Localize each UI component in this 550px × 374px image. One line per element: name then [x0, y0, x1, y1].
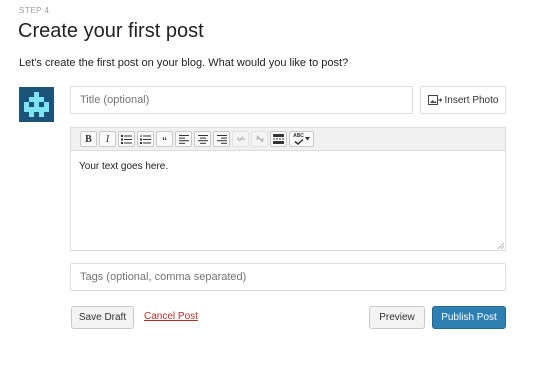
- unlink-icon: [255, 135, 264, 143]
- spellcheck-button[interactable]: ABC: [289, 131, 314, 147]
- editor-toolbar: B I “ ABC: [71, 128, 505, 151]
- step-label: STEP 4: [19, 6, 50, 15]
- italic-button[interactable]: I: [99, 131, 116, 147]
- align-right-button[interactable]: [213, 131, 230, 147]
- align-left-icon: [178, 134, 189, 144]
- blockquote-button[interactable]: “: [156, 131, 173, 149]
- editor-text: Your text goes here.: [79, 161, 169, 172]
- avatar: [19, 87, 54, 122]
- chevron-down-icon: [304, 137, 310, 141]
- save-draft-button[interactable]: Save Draft: [71, 306, 134, 329]
- insert-link-button[interactable]: [232, 131, 249, 147]
- preview-button[interactable]: Preview: [369, 306, 425, 329]
- align-left-button[interactable]: [175, 131, 192, 147]
- post-editor: B I “ ABC Your text goes here.: [70, 127, 506, 251]
- remove-link-button[interactable]: [251, 131, 268, 147]
- bullet-list-button[interactable]: [118, 131, 135, 147]
- checkmark-icon: [294, 138, 304, 145]
- intro-text: Let's create the first post on your blog…: [19, 57, 349, 69]
- bullet-list-icon: [121, 134, 132, 144]
- title-input[interactable]: [70, 86, 413, 114]
- align-center-button[interactable]: [194, 131, 211, 147]
- numbered-list-icon: [140, 134, 151, 144]
- insert-more-button[interactable]: [270, 131, 287, 147]
- resize-grip-icon[interactable]: [498, 243, 504, 249]
- more-tag-icon: [273, 134, 284, 144]
- editor-content[interactable]: Your text goes here.: [71, 151, 505, 251]
- invader-avatar-icon: [24, 92, 49, 117]
- tags-input[interactable]: [70, 263, 506, 291]
- align-center-icon: [197, 134, 208, 144]
- cancel-post-link[interactable]: Cancel Post: [144, 311, 198, 322]
- publish-post-button[interactable]: Publish Post: [432, 306, 506, 329]
- page-title: Create your first post: [18, 20, 204, 42]
- link-icon: [236, 136, 245, 142]
- insert-photo-label: Insert Photo: [444, 94, 499, 106]
- numbered-list-button[interactable]: [137, 131, 154, 147]
- bold-button[interactable]: B: [80, 131, 97, 147]
- photo-icon: [427, 94, 442, 105]
- insert-photo-button[interactable]: Insert Photo: [420, 86, 506, 114]
- align-right-icon: [216, 134, 227, 144]
